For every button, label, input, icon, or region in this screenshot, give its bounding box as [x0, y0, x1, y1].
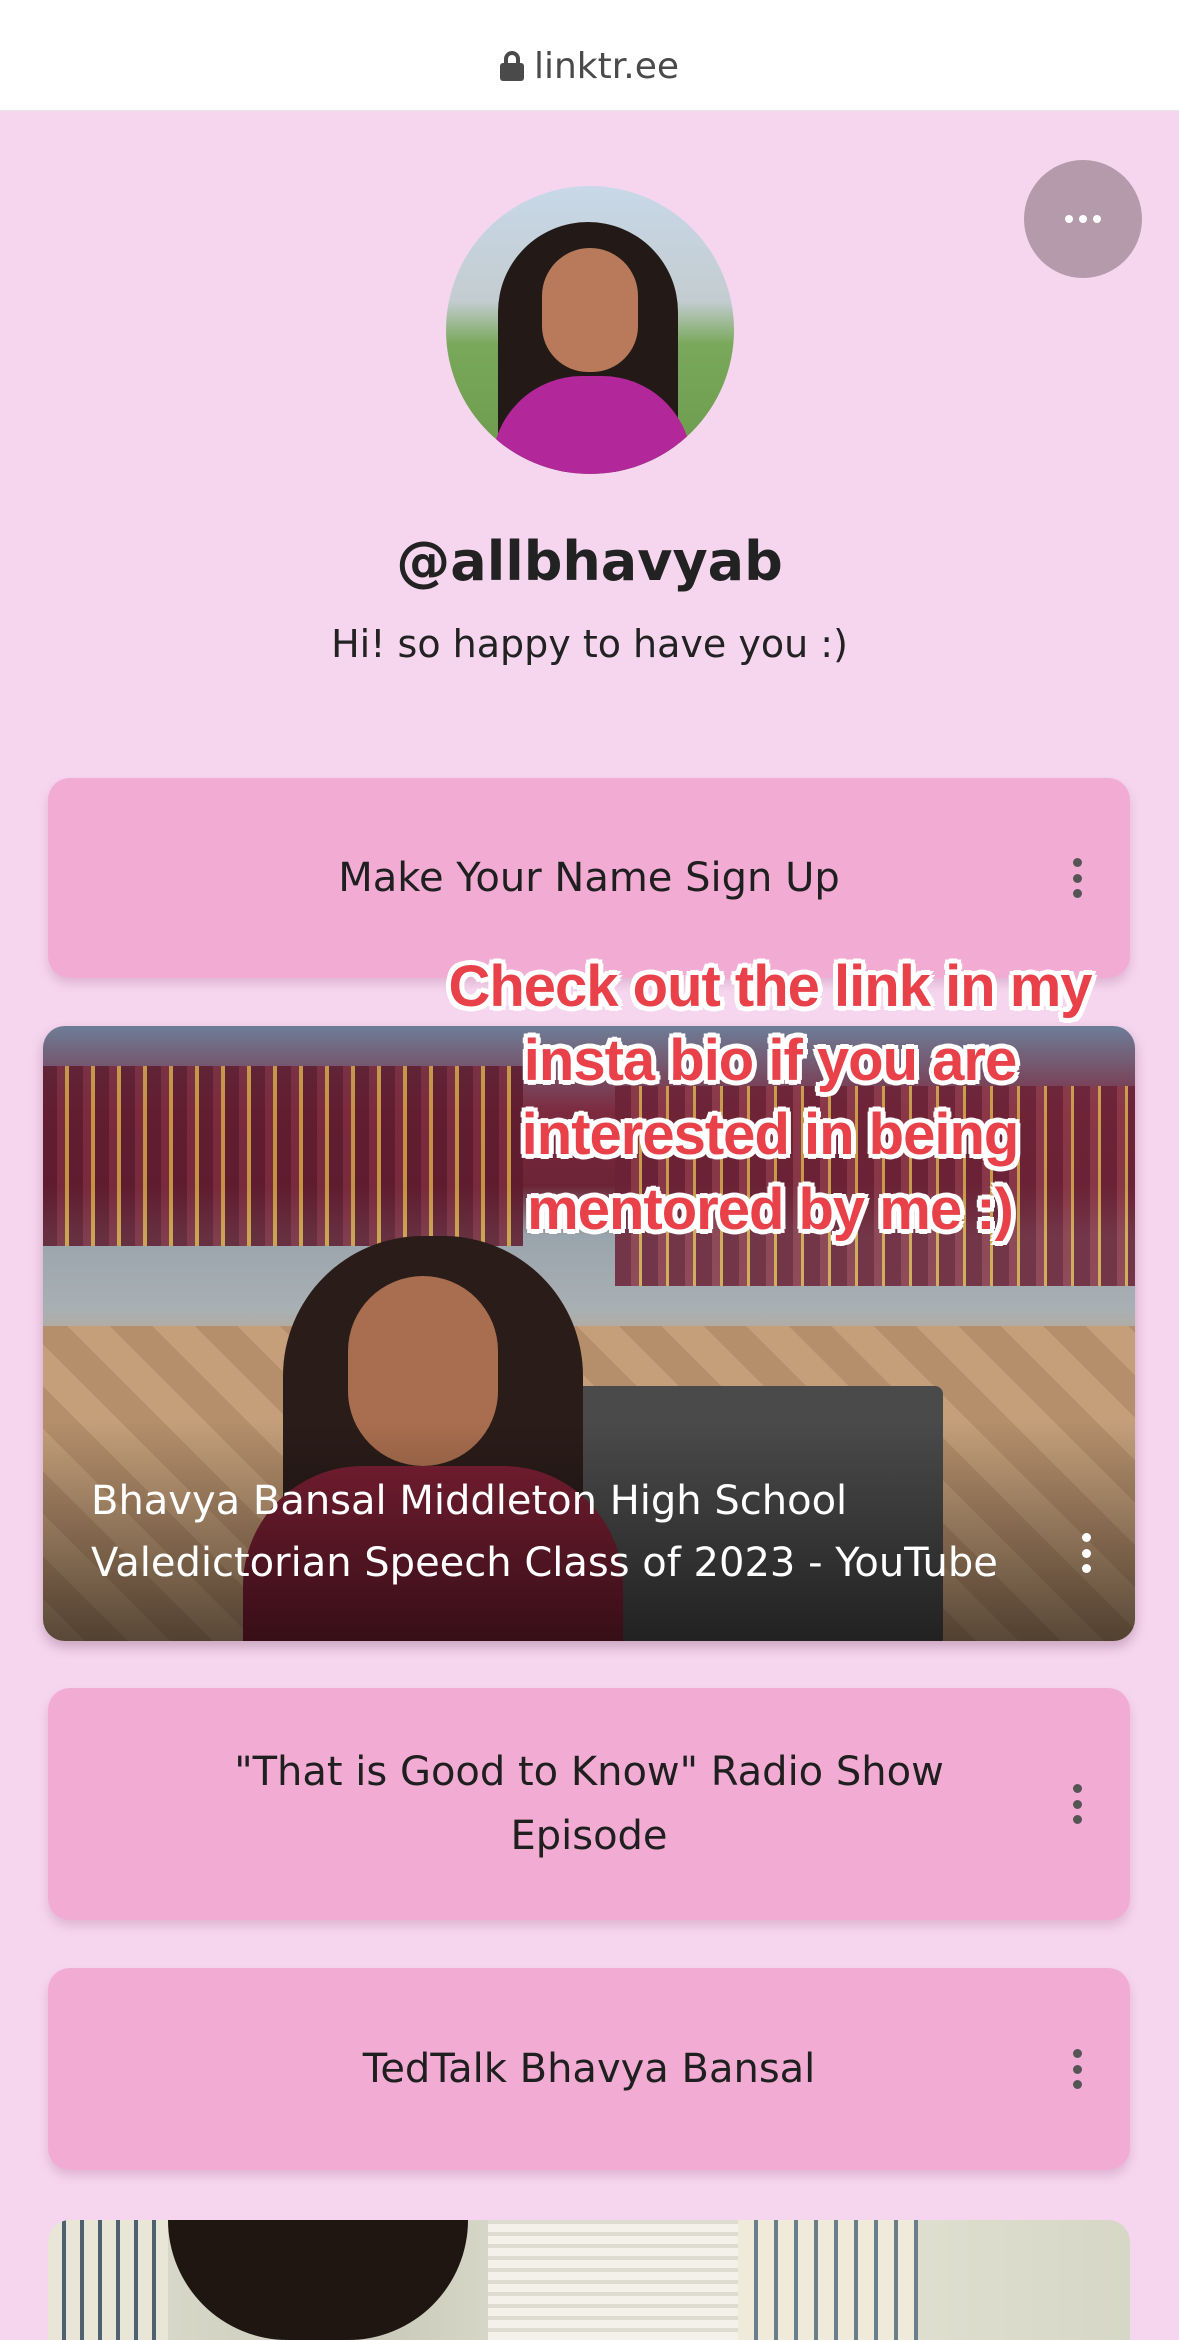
kebab-menu-icon[interactable]: [1072, 858, 1082, 898]
link-button-sign-up[interactable]: Make Your Name Sign Up: [48, 778, 1130, 978]
kebab-menu-icon[interactable]: [1072, 1784, 1082, 1824]
overlay-caption: Check out the link in my insta bio if yo…: [448, 954, 1092, 1242]
link-button-radio-show[interactable]: "That is Good to Know" Radio Show Episod…: [48, 1688, 1130, 1920]
lock-icon: [499, 51, 524, 81]
browser-address-bar[interactable]: linktr.ee: [0, 0, 1179, 111]
video-title: Bhavya Bansal Middleton High School Vale…: [91, 1478, 998, 1586]
link-label: "That is Good to Know" Radio Show Episod…: [234, 1749, 944, 1859]
profile-username: @allbhavyab: [396, 530, 783, 593]
profile-avatar: [446, 186, 734, 474]
kebab-menu-icon[interactable]: [1072, 2049, 1082, 2089]
more-options-button[interactable]: [1024, 160, 1142, 278]
featured-link-thumbnail[interactable]: [48, 2220, 1130, 2340]
link-label: TedTalk Bhavya Bansal: [362, 2046, 816, 2092]
url-text: linktr.ee: [533, 45, 680, 87]
more-dots-icon: [1065, 215, 1073, 223]
kebab-menu-icon[interactable]: [1081, 1533, 1091, 1573]
link-button-tedtalk[interactable]: TedTalk Bhavya Bansal: [48, 1968, 1130, 2170]
link-label: Make Your Name Sign Up: [338, 855, 840, 901]
profile-bio: Hi! so happy to have you :): [331, 622, 848, 666]
